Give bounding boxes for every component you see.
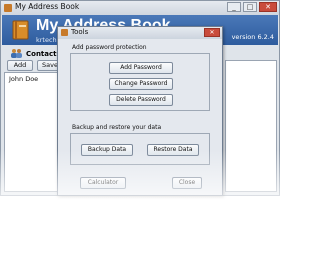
main-window-title: My Address Book: [15, 2, 80, 11]
list-item[interactable]: John Doe: [9, 75, 38, 83]
dialog-close-icon[interactable]: ✕: [204, 28, 220, 37]
address-book-icon: [12, 20, 29, 40]
change-password-button[interactable]: Change Password: [109, 78, 173, 90]
main-titlebar: My Address Book _ □ ✕: [1, 1, 279, 15]
version-label: version 6.2.4: [231, 33, 274, 41]
password-group: Add Password Change Password Delete Pass…: [70, 53, 210, 111]
tools-icon: [61, 29, 68, 36]
password-section-label: Add password protection: [72, 44, 147, 51]
backup-group: Backup Data Restore Data: [70, 133, 210, 165]
dialog-title: Tools: [71, 28, 89, 36]
dialog-titlebar: Tools ✕: [58, 27, 222, 39]
add-password-button[interactable]: Add Password: [109, 62, 173, 74]
dialog-close-button[interactable]: Close: [172, 177, 202, 189]
maximize-button[interactable]: □: [243, 2, 257, 12]
add-contact-button[interactable]: Add: [7, 60, 33, 71]
backup-section-label: Backup and restore your data: [72, 124, 162, 131]
close-button[interactable]: ✕: [259, 2, 277, 12]
contacts-icon: [11, 49, 22, 58]
tools-dialog: Tools ✕ Add password protection Add Pass…: [57, 26, 223, 196]
delete-password-button[interactable]: Delete Password: [109, 94, 173, 106]
window-controls: _ □ ✕: [227, 2, 277, 12]
app-icon: [4, 4, 12, 12]
restore-data-button[interactable]: Restore Data: [147, 144, 199, 156]
contacts-heading: Contacts: [26, 50, 61, 58]
minimize-button[interactable]: _: [227, 2, 241, 12]
screenshot-stage: My Address Book _ □ ✕ My Address Book kr…: [0, 0, 280, 270]
backup-data-button[interactable]: Backup Data: [81, 144, 133, 156]
calculator-button[interactable]: Calculator: [80, 177, 126, 189]
details-panel: [225, 60, 277, 192]
